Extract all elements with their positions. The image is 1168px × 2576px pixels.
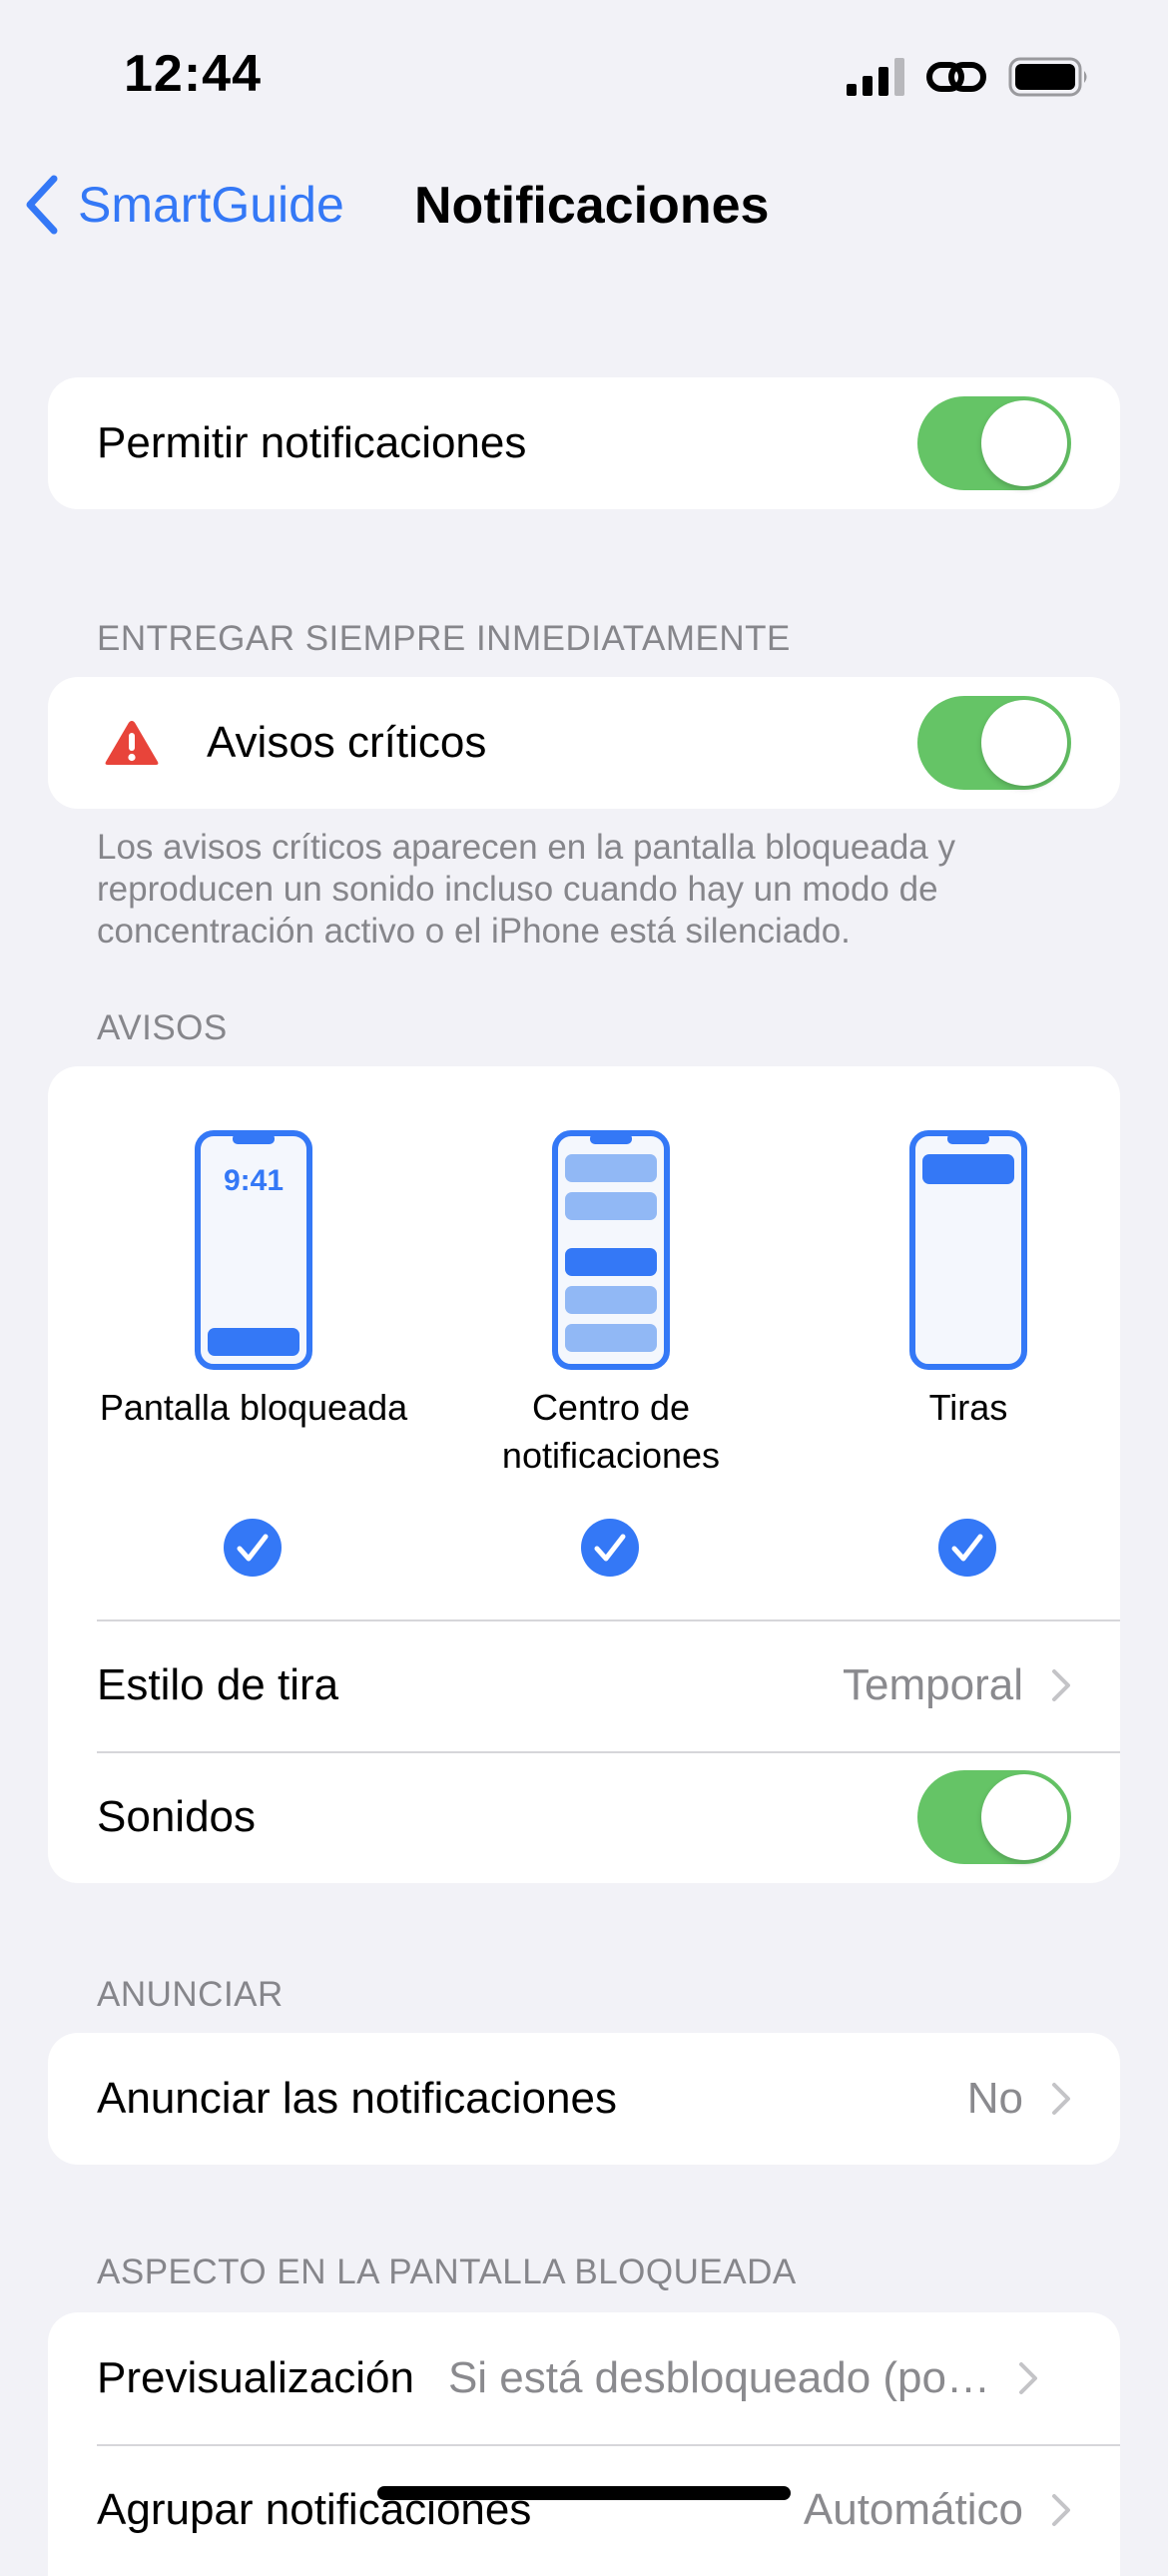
- divider: [97, 1751, 1120, 1753]
- alert-style-label: Pantalla bloqueada: [99, 1387, 408, 1428]
- announce-notifications-value: No: [966, 2074, 1023, 2123]
- divider: [97, 1619, 1120, 1621]
- allow-notifications-toggle[interactable]: [917, 396, 1071, 490]
- critical-alerts-toggle[interactable]: [917, 696, 1071, 790]
- lock-screen-preview-time: 9:41: [224, 1164, 284, 1197]
- back-chevron-icon: [26, 175, 58, 235]
- toggle-knob: [981, 400, 1067, 486]
- status-time: 12:44: [124, 45, 262, 103]
- link-icon: [926, 62, 986, 92]
- checkmark-icon: [581, 1519, 639, 1577]
- back-button-label: SmartGuide: [78, 177, 344, 233]
- alert-style-banners[interactable]: Tiras: [790, 1066, 1120, 1619]
- alert-styles: 9:41 Pantalla bloqueada Centro de notifi…: [48, 1066, 1120, 1619]
- announce-notifications-label: Anunciar las notificaciones: [97, 2074, 617, 2123]
- home-indicator[interactable]: [377, 2486, 791, 2500]
- allow-notifications-group: Permitir notificaciones: [48, 377, 1120, 509]
- critical-alerts-label: Avisos críticos: [207, 718, 487, 767]
- battery-icon: [1008, 57, 1087, 97]
- show-previews-label: Previsualización: [97, 2353, 414, 2402]
- status-icons: [847, 52, 1090, 102]
- announce-notifications-row[interactable]: Anunciar las notificaciones No: [48, 2033, 1120, 2165]
- banner-style-label: Estilo de tira: [97, 1660, 339, 1709]
- divider: [97, 2444, 1120, 2446]
- alert-style-label: Centro de notificaciones: [501, 1387, 721, 1476]
- banners-phone-icon: [909, 1130, 1027, 1370]
- allow-notifications-label: Permitir notificaciones: [97, 418, 527, 467]
- lock-screen-section-header: ASPECTO EN LA PANTALLA BLOQUEADA: [97, 2253, 797, 2291]
- critical-alerts-footer: Los avisos críticos aparecen en la panta…: [97, 828, 955, 951]
- alert-style-label: Tiras: [928, 1387, 1008, 1428]
- chevron-right-icon: [1052, 2494, 1070, 2526]
- sounds-toggle[interactable]: [917, 1770, 1071, 1864]
- alert-style-lock-screen[interactable]: 9:41 Pantalla bloqueada: [75, 1066, 432, 1619]
- warning-icon: [105, 721, 159, 765]
- chevron-right-icon: [1018, 2362, 1037, 2394]
- banner-style-value: Temporal: [843, 1660, 1023, 1709]
- sounds-label: Sonidos: [97, 1792, 257, 1841]
- critical-alerts-row: Avisos críticos: [48, 677, 1120, 809]
- navigation-bar: SmartGuide Notificaciones: [0, 160, 1168, 250]
- banner-style-row[interactable]: Estilo de tira Temporal: [48, 1619, 1120, 1751]
- back-button[interactable]: SmartGuide: [24, 170, 344, 240]
- alert-style-notification-center[interactable]: Centro de notificaciones: [432, 1066, 790, 1619]
- announce-section-header: ANUNCIAR: [97, 1975, 284, 2014]
- checkmark-icon: [224, 1519, 282, 1577]
- status-bar: 12:44: [0, 0, 1168, 150]
- lock-screen-group: Previsualización Si está desbloqueado (p…: [48, 2312, 1120, 2576]
- chevron-right-icon: [1052, 1669, 1070, 1701]
- alerts-section-header: AVISOS: [97, 1008, 228, 1047]
- chevron-right-icon: [1052, 2083, 1070, 2115]
- show-previews-row[interactable]: Previsualización Si está desbloqueado (p…: [48, 2312, 1120, 2444]
- critical-section-header: ENTREGAR SIEMPRE INMEDIATAMENTE: [97, 619, 791, 658]
- checkmark-icon: [938, 1519, 996, 1577]
- announce-group: Anunciar las notificaciones No: [48, 2033, 1120, 2165]
- toggle-knob: [981, 700, 1067, 786]
- allow-notifications-row: Permitir notificaciones: [48, 377, 1120, 509]
- page-title: Notificaciones: [414, 177, 770, 235]
- sounds-row: Sonidos: [48, 1751, 1120, 1883]
- show-previews-value: Si está desbloqueado (po…: [447, 2353, 990, 2402]
- notification-center-phone-icon: [552, 1130, 670, 1370]
- alerts-group: 9:41 Pantalla bloqueada Centro de notifi…: [48, 1066, 1120, 1883]
- lock-screen-phone-icon: 9:41: [195, 1130, 312, 1370]
- critical-alerts-group: Avisos críticos: [48, 677, 1120, 809]
- notification-grouping-row[interactable]: Agrupar notificaciones Automático: [48, 2444, 1120, 2576]
- cellular-signal-icon: [847, 58, 904, 96]
- toggle-knob: [981, 1774, 1067, 1860]
